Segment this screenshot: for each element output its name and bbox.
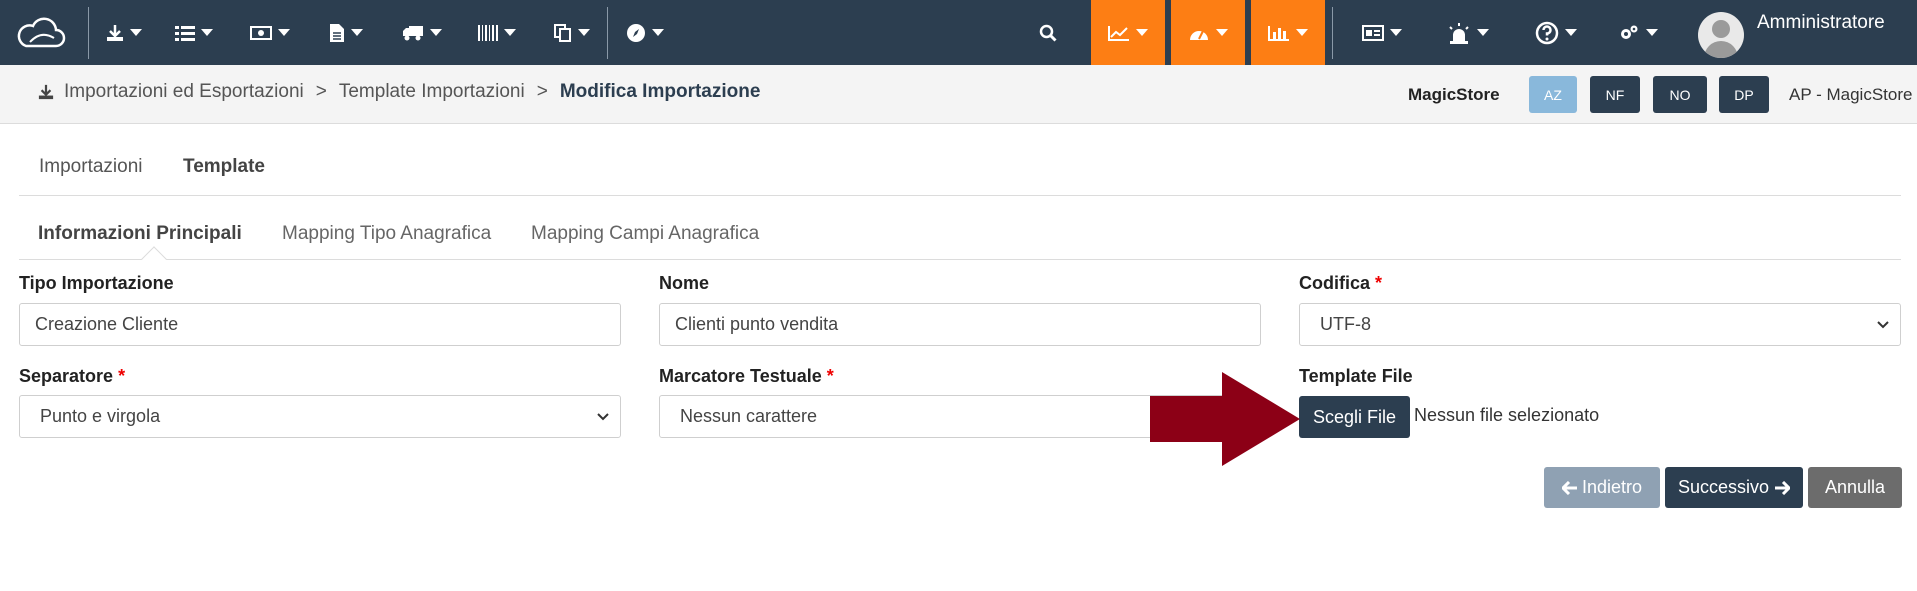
tipo-importazione-label: Tipo Importazione	[19, 273, 174, 293]
next-button[interactable]: Successivo	[1665, 467, 1803, 508]
alarm-icon[interactable]	[1436, 0, 1500, 65]
dashboard-icon[interactable]	[1171, 0, 1245, 65]
subtab-mapping-tipo-anagrafica[interactable]: Mapping Tipo Anagrafica	[282, 223, 491, 245]
separatore-select[interactable]: Punto e virgola	[19, 395, 621, 438]
badge-no[interactable]: NO	[1653, 76, 1707, 113]
back-button[interactable]: Indietro	[1544, 467, 1660, 508]
store-full-label: AP - MagicStore	[1789, 85, 1913, 104]
copy-icon[interactable]	[546, 0, 598, 65]
help-icon[interactable]	[1524, 0, 1588, 65]
active-tab-indicator	[141, 246, 167, 272]
cloud-logo-icon[interactable]	[10, 0, 72, 65]
badge-nf[interactable]: NF	[1590, 76, 1640, 113]
chevron-down-icon	[597, 413, 609, 421]
badge-az[interactable]: AZ	[1529, 76, 1577, 113]
barcode-icon[interactable]	[470, 0, 524, 65]
money-icon[interactable]	[244, 0, 296, 65]
breadcrumb-separator: >	[315, 81, 327, 102]
id-card-icon[interactable]	[1350, 0, 1414, 65]
cancel-button[interactable]: Annulla	[1808, 467, 1902, 508]
codifica-label: Codifica *	[1299, 273, 1383, 293]
compass-icon[interactable]	[620, 0, 670, 65]
codifica-select[interactable]: UTF-8	[1299, 303, 1901, 346]
chevron-down-icon	[1877, 321, 1889, 329]
search-icon[interactable]	[1030, 0, 1066, 65]
breadcrumb-separator: >	[536, 81, 548, 102]
subtab-mapping-campi-anagrafica[interactable]: Mapping Campi Anagrafica	[531, 223, 759, 245]
truck-icon[interactable]	[396, 0, 448, 65]
annotation-arrow-icon	[1150, 372, 1300, 466]
arrow-right-icon	[1775, 480, 1791, 495]
choose-file-button[interactable]: Scegli File	[1299, 396, 1410, 438]
store-name: MagicStore	[1408, 85, 1500, 104]
top-navbar: Amministratore	[0, 0, 1917, 65]
download-icon	[38, 84, 54, 100]
template-file-label: Template File	[1299, 366, 1413, 386]
breadcrumb-item-template-importazioni[interactable]: Template Importazioni	[339, 81, 525, 103]
line-chart-icon[interactable]	[1091, 0, 1165, 65]
avatar[interactable]	[1698, 12, 1744, 58]
download-icon[interactable]	[98, 0, 150, 65]
breadcrumb-item-current: Modifica Importazione	[559, 81, 761, 102]
file-status: Nessun file selezionato	[1414, 405, 1600, 425]
separatore-label: Separatore *	[19, 366, 126, 386]
tipo-importazione-field[interactable]: Creazione Cliente	[19, 303, 621, 346]
bar-chart-icon[interactable]	[1251, 0, 1325, 65]
tab-importazioni[interactable]: Importazioni	[39, 156, 143, 178]
marcatore-testuale-label: Marcatore Testuale *	[659, 366, 834, 386]
gears-icon[interactable]	[1606, 0, 1670, 65]
list-icon[interactable]	[168, 0, 220, 65]
document-icon[interactable]	[320, 0, 372, 65]
badge-dp[interactable]: DP	[1719, 76, 1769, 113]
breadcrumb-bar: Importazioni ed Esportazioni > Template …	[0, 65, 1917, 124]
nome-label: Nome	[659, 273, 710, 293]
user-name[interactable]: Amministratore	[1757, 12, 1885, 34]
arrow-left-icon	[1561, 480, 1577, 495]
nav-divider	[607, 7, 608, 59]
nav-divider	[88, 7, 89, 59]
sub-tabs: Informazioni Principali Mapping Tipo Ana…	[19, 210, 1901, 272]
breadcrumb-item-importazioni-esportazioni[interactable]: Importazioni ed Esportazioni	[64, 81, 304, 103]
nav-divider	[1332, 7, 1333, 59]
main-tabs: Importazioni Template	[19, 146, 1901, 196]
subtab-informazioni-principali[interactable]: Informazioni Principali	[38, 223, 242, 245]
breadcrumb: Importazioni ed Esportazioni > Template …	[38, 81, 760, 103]
tab-template[interactable]: Template	[183, 156, 265, 178]
nome-field[interactable]: Clienti punto vendita	[659, 303, 1261, 346]
